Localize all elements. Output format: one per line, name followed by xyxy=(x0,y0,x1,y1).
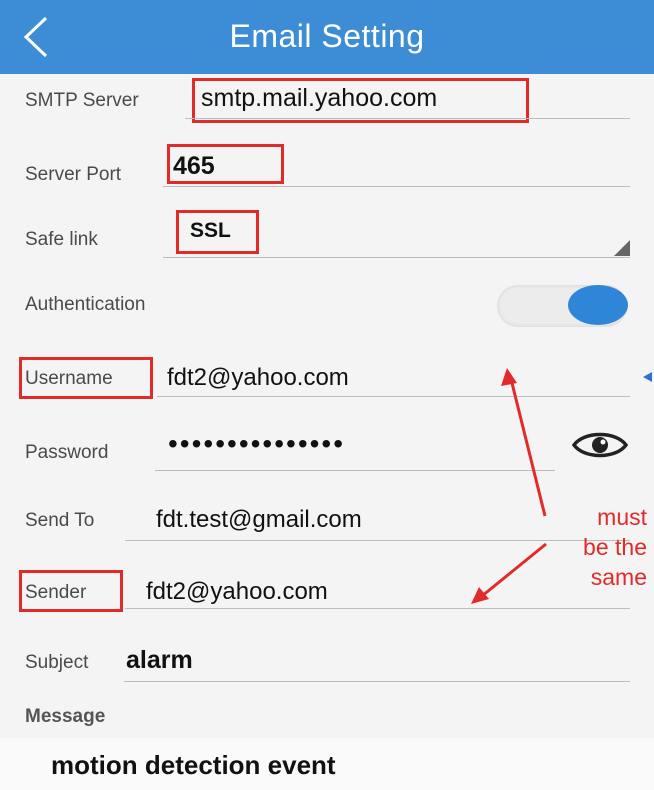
arrow-line xyxy=(509,378,547,517)
blue-marker xyxy=(643,372,652,382)
arrow-head xyxy=(471,587,489,604)
arrow-head xyxy=(501,368,517,386)
arrow-line xyxy=(481,542,547,598)
annotation-arrows xyxy=(471,368,652,604)
